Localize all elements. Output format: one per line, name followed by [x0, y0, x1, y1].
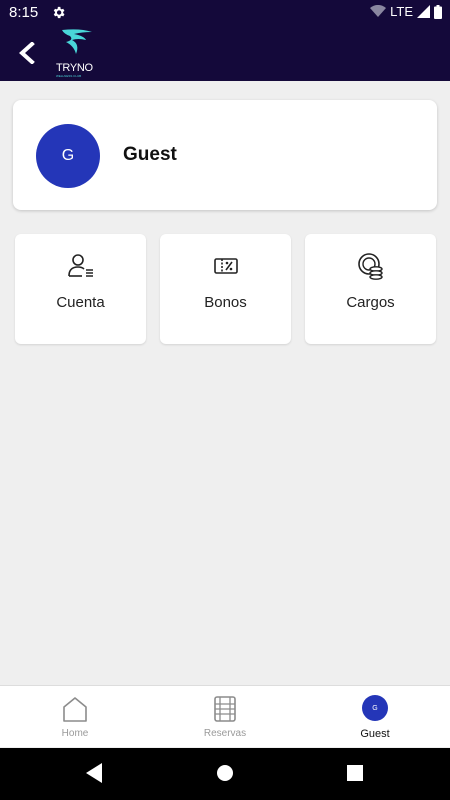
wifi-icon: [370, 5, 387, 17]
settings-gear-icon: [53, 6, 65, 19]
nav-label-reservas: Reservas: [203, 728, 247, 739]
back-button[interactable]: [12, 36, 42, 70]
home-circle-icon[interactable]: [215, 762, 235, 784]
tryno-logo: TRYNO WELLNESS CLUB: [52, 28, 108, 78]
bottom-nav: Home Reservas G Guest: [0, 685, 450, 747]
voucher-percent-icon: [213, 258, 238, 274]
home-icon: [63, 697, 87, 722]
tile-cuenta[interactable]: Cuenta: [15, 234, 146, 344]
status-time: 8:15: [9, 4, 39, 21]
back-arrow-icon: [19, 42, 35, 64]
nav-item-guest[interactable]: G Guest: [300, 686, 450, 748]
tile-label: Cargos: [346, 294, 395, 311]
app-header: TRYNO WELLNESS CLUB: [0, 26, 450, 81]
nav-label-home: Home: [61, 728, 89, 739]
system-nav-bar: [0, 748, 450, 800]
profile-card[interactable]: G Guest: [13, 100, 437, 210]
profile-name: Guest: [123, 144, 177, 165]
tile-cargos[interactable]: Cargos: [305, 234, 436, 344]
tile-bonos[interactable]: Bonos: [160, 234, 291, 344]
signal-icon: [417, 5, 430, 18]
nav-label-guest: Guest: [360, 728, 390, 740]
user-list-icon: [67, 254, 93, 277]
nav-item-reservas[interactable]: Reservas: [150, 686, 300, 748]
tile-label: Cuenta: [56, 294, 105, 311]
status-indicators: LTE: [370, 4, 442, 19]
calendar-film-icon: [214, 696, 236, 722]
recents-square-icon[interactable]: [345, 762, 365, 784]
avatar: G: [36, 124, 100, 188]
back-triangle-icon[interactable]: [84, 762, 104, 784]
network-type: LTE: [390, 4, 413, 19]
battery-icon: [434, 4, 442, 19]
status-bar: 8:15 LTE: [0, 0, 450, 26]
logo-text: TRYNO: [56, 62, 93, 74]
logo-subtext: WELLNESS CLUB: [56, 74, 82, 78]
coins-icon: [357, 253, 383, 280]
avatar: G: [362, 695, 388, 721]
tile-label: Bonos: [204, 294, 247, 311]
logo-swoosh-icon: [62, 29, 92, 54]
nav-item-home[interactable]: Home: [0, 686, 150, 748]
